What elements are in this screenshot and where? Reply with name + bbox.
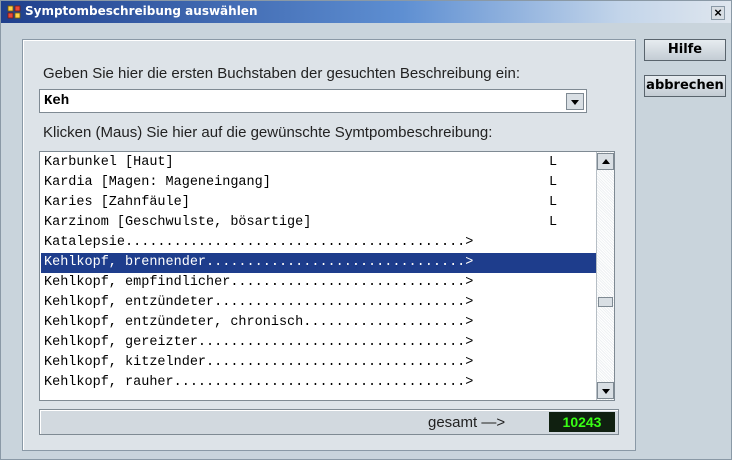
list-item-label: Kehlkopf, gereizter.....................… <box>44 335 474 350</box>
list-item[interactable]: Karies [Zahnfäule] L <box>41 193 596 213</box>
help-button[interactable]: Hilfe <box>644 39 726 61</box>
list-item-code: L <box>548 195 558 210</box>
dialog-window: Symptombeschreibung auswählen × Geben Si… <box>0 0 732 460</box>
list-item-label: Kehlkopf, kitzelnder....................… <box>44 355 474 370</box>
list-item-label: Katalepsie..............................… <box>44 235 474 250</box>
symptom-listbox[interactable]: Karbunkel [Haut] L Kardia [Magen: Magenein… <box>39 151 615 401</box>
arrow-up-icon <box>602 159 610 164</box>
scroll-up-button[interactable] <box>597 153 614 170</box>
list-item[interactable]: Kehlkopf, entzündeter...................… <box>41 293 596 313</box>
cancel-button[interactable]: abbrechen <box>644 75 726 97</box>
list-item[interactable]: Karbunkel [Haut] L <box>41 153 596 173</box>
window-title: Symptombeschreibung auswählen <box>25 4 258 18</box>
list-item-label: Karbunkel [Haut] <box>44 155 174 170</box>
list-item[interactable]: Kehlkopf, brennender....................… <box>41 253 596 273</box>
list-item[interactable]: Kehlkopf, empfindlicher.................… <box>41 273 596 293</box>
search-combobox[interactable] <box>39 89 587 113</box>
list-item-label: Karzinom [Geschwulste, bösartige] <box>44 215 312 230</box>
scrollbar-thumb[interactable] <box>598 297 613 307</box>
total-count: 10243 <box>549 412 615 432</box>
list-item-label: Kehlkopf, empfindlicher.................… <box>44 275 474 290</box>
list-item[interactable]: Karzinom [Geschwulste, bösartige] L <box>41 213 596 233</box>
title-bar[interactable]: Symptombeschreibung auswählen × <box>1 1 731 23</box>
list-item[interactable]: Katalepsie..............................… <box>41 233 596 253</box>
list-item-label: Karies [Zahnfäule] <box>44 195 190 210</box>
list-item-code: L <box>548 155 558 170</box>
list-item[interactable]: Kehlkopf, rauher........................… <box>41 373 596 393</box>
list-prompt: Klicken (Maus) Sie hier auf die gewünsch… <box>43 124 493 141</box>
list-item-code: L <box>548 175 558 190</box>
list-item-label: Kehlkopf, entzündeter...................… <box>44 295 474 310</box>
list-item-label: Kardia [Magen: Mageneingang] <box>44 175 271 190</box>
dropdown-button[interactable] <box>566 93 584 110</box>
list-item-code: L <box>548 215 558 230</box>
list-item-label: Kehlkopf, rauher........................… <box>44 375 474 390</box>
list-item[interactable]: Kardia [Magen: Mageneingang] L <box>41 173 596 193</box>
list-item-label: Kehlkopf, entzündeter, chronisch........… <box>44 315 474 330</box>
total-label: gesamt —> <box>428 414 506 431</box>
close-button[interactable]: × <box>711 6 725 20</box>
chevron-down-icon <box>571 100 579 105</box>
list-item-label: Kehlkopf, brennender....................… <box>44 255 474 270</box>
scroll-down-button[interactable] <box>597 382 614 399</box>
list-item[interactable]: Kehlkopf, gereizter.....................… <box>41 333 596 353</box>
status-bar: gesamt —> 10243 <box>39 409 619 435</box>
list-item[interactable]: Kehlkopf, entzündeter, chronisch........… <box>41 313 596 333</box>
arrow-down-icon <box>602 389 610 394</box>
app-icon <box>7 5 21 19</box>
search-input[interactable] <box>42 92 562 110</box>
search-prompt: Geben Sie hier die ersten Buchstaben der… <box>43 65 520 82</box>
list-item[interactable]: Kehlkopf, kitzelnder....................… <box>41 353 596 373</box>
vertical-scrollbar[interactable] <box>596 152 614 400</box>
